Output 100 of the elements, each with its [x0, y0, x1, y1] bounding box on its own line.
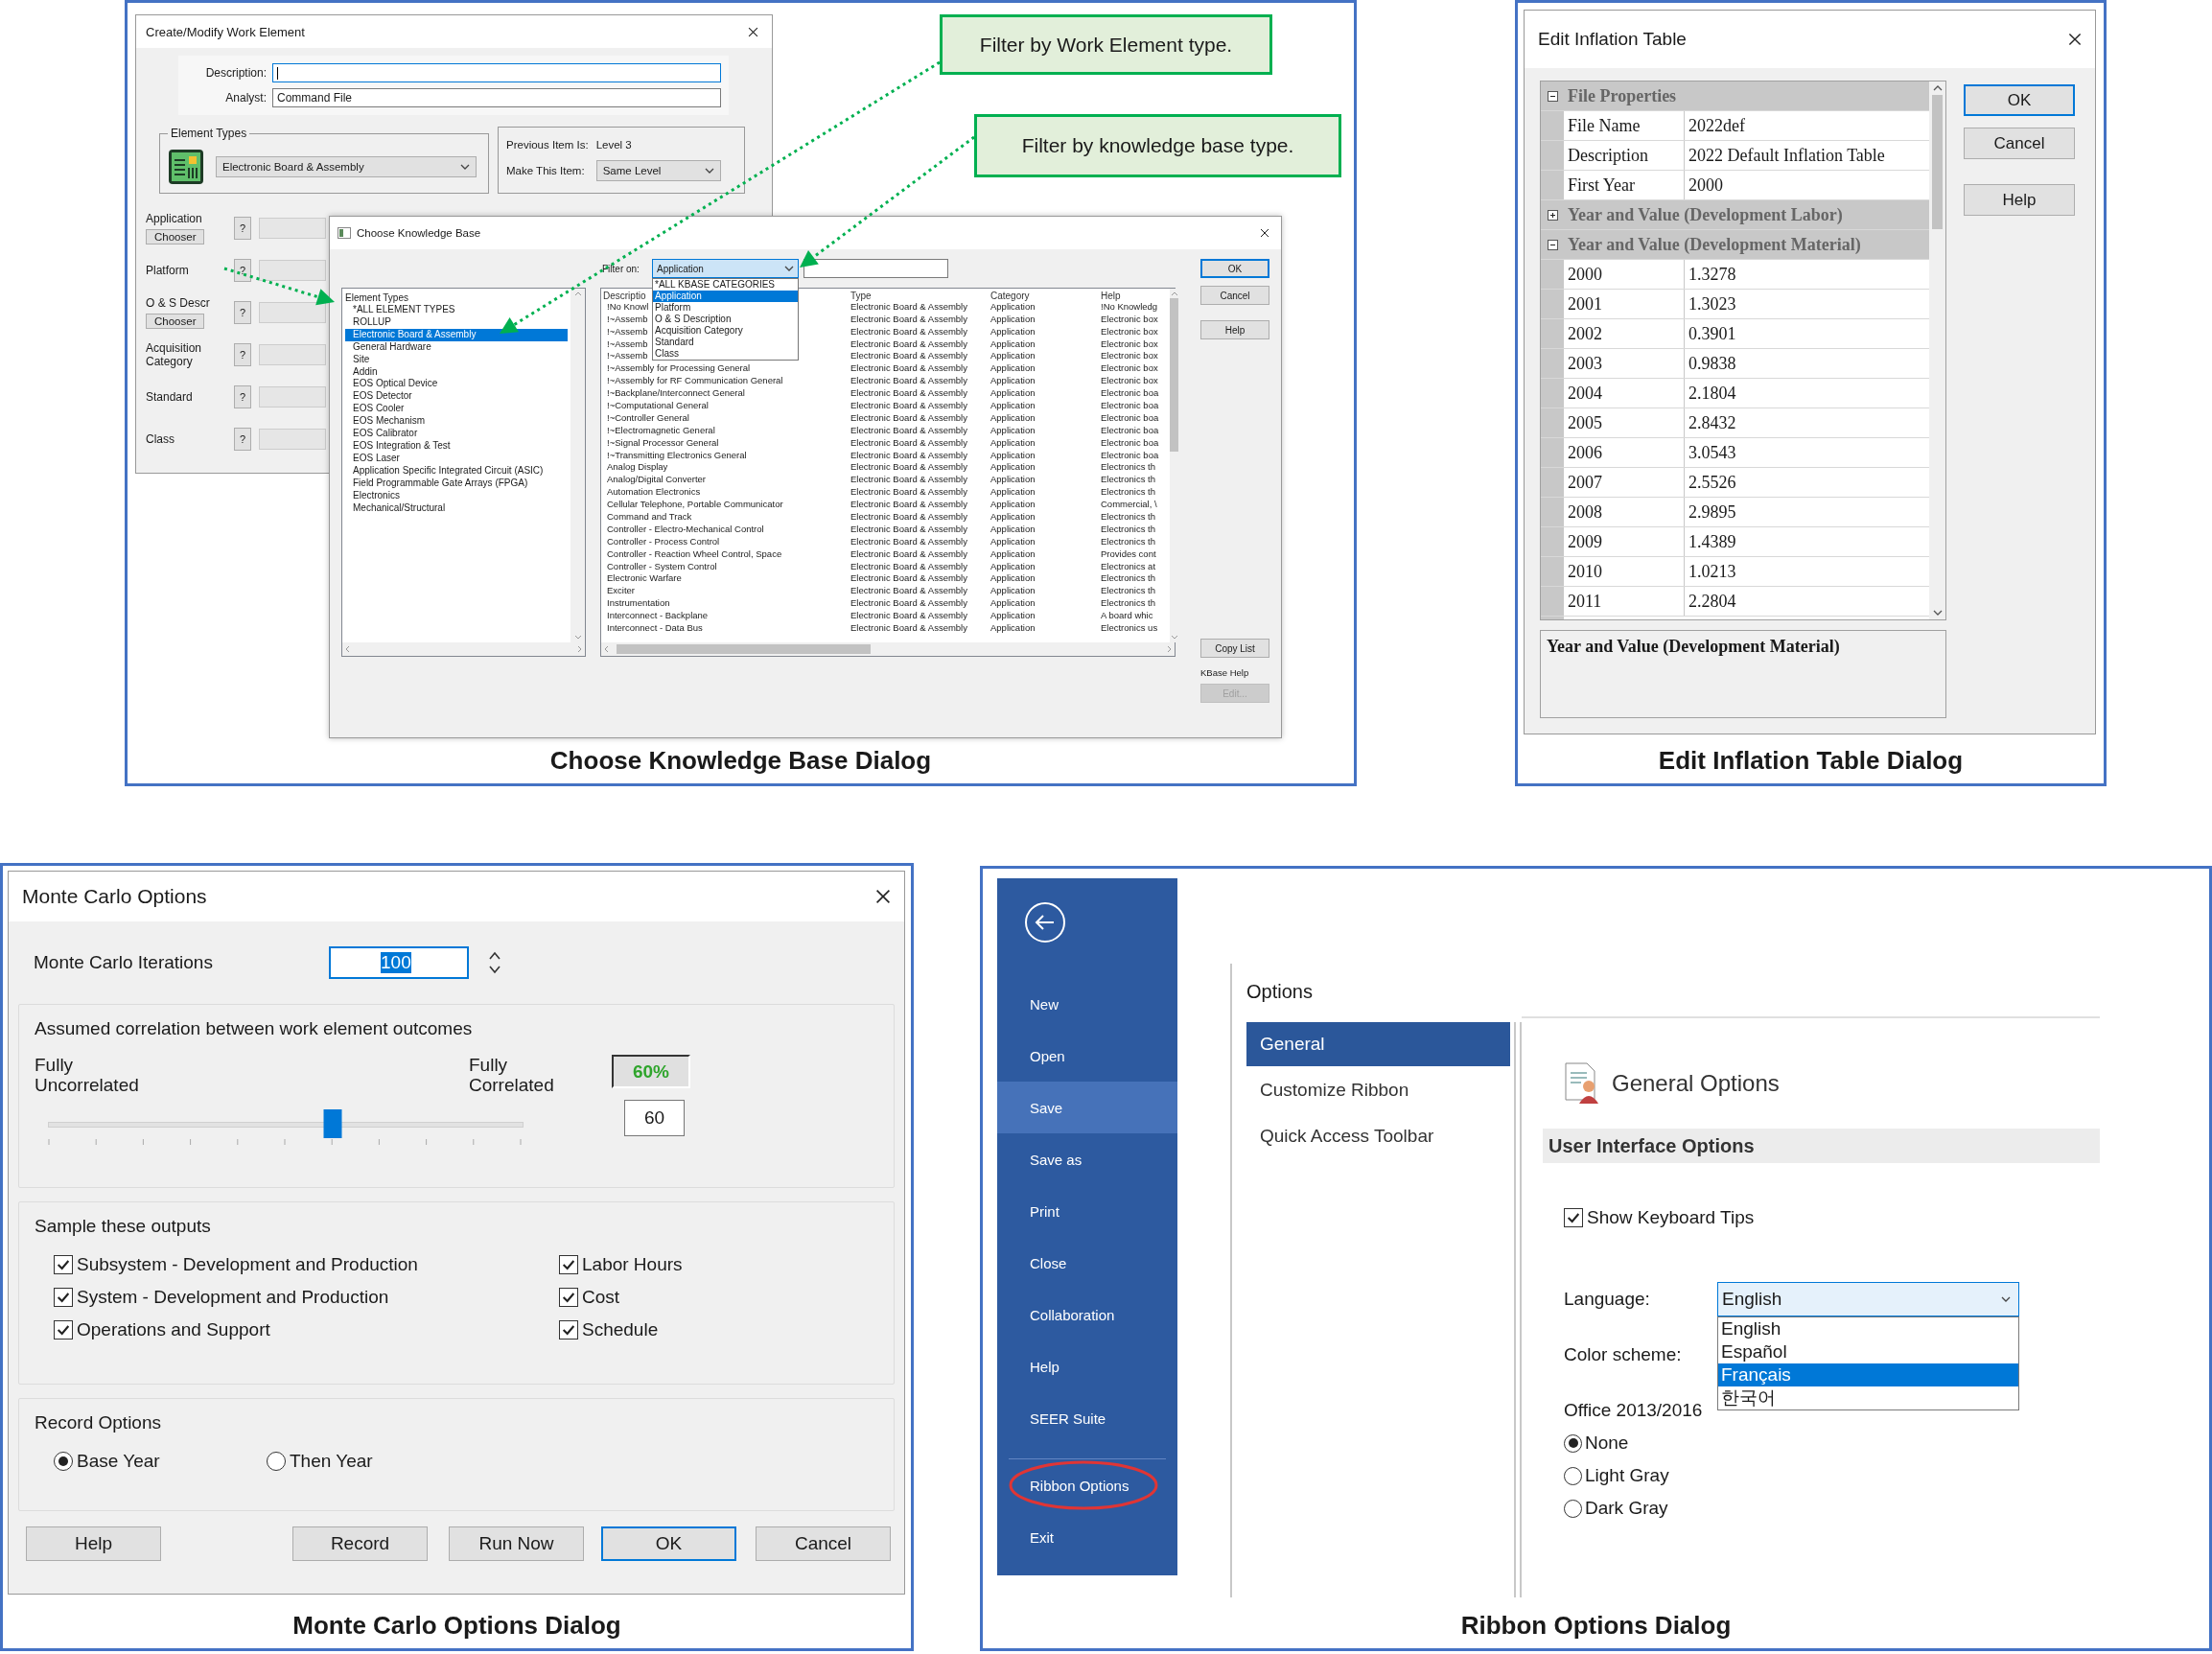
checkbox[interactable]: [559, 1255, 578, 1274]
text-field[interactable]: [259, 302, 326, 323]
list-item[interactable]: EOS Calibrator: [345, 428, 568, 440]
dropdown-option[interactable]: *ALL KBASE CATEGORIES: [653, 279, 798, 291]
scrollbar[interactable]: [1929, 82, 1945, 619]
property-value[interactable]: 2022 Default Inflation Table: [1685, 141, 1929, 170]
list-item[interactable]: Addin: [345, 365, 568, 379]
plus-box-icon[interactable]: [1547, 209, 1558, 221]
filter-text-field[interactable]: [803, 259, 948, 278]
close-icon[interactable]: [748, 26, 758, 37]
list-item[interactable]: EOS Detector: [345, 390, 568, 404]
help-button[interactable]: ?: [234, 385, 251, 408]
checkbox[interactable]: [54, 1255, 73, 1274]
value-field[interactable]: 60: [624, 1100, 685, 1136]
language-dropdown[interactable]: English: [1717, 1282, 2019, 1316]
chooser-button[interactable]: Chooser: [146, 314, 205, 329]
dialog-button[interactable]: OK: [1200, 259, 1269, 278]
checkbox[interactable]: [559, 1288, 578, 1307]
property-value[interactable]: 1.4389: [1685, 527, 1929, 556]
slider-thumb[interactable]: [323, 1109, 342, 1138]
filter-dropdown[interactable]: Application: [652, 259, 799, 278]
chevron-right-icon[interactable]: [1167, 645, 1172, 653]
minus-box-icon[interactable]: [1547, 239, 1558, 250]
radio-button[interactable]: [1564, 1466, 1582, 1485]
dialog-button[interactable]: Help: [26, 1526, 161, 1561]
property-value[interactable]: 0.3901: [1685, 319, 1929, 348]
property-value[interactable]: 2.5526: [1685, 468, 1929, 497]
nav-item[interactable]: General: [1246, 1022, 1510, 1066]
help-button[interactable]: ?: [234, 343, 251, 366]
text-field[interactable]: [259, 386, 326, 408]
chevron-down-icon[interactable]: [1932, 610, 1943, 616]
element-type-dropdown[interactable]: Electronic Board & Assembly: [216, 155, 477, 177]
chevron-up-icon[interactable]: [1932, 85, 1943, 91]
radio-button[interactable]: [267, 1452, 286, 1471]
copy-list-button[interactable]: Copy List: [1200, 639, 1269, 658]
property-value[interactable]: 2022def: [1685, 111, 1929, 140]
dialog-button[interactable]: Cancel: [756, 1526, 891, 1561]
menu-item[interactable]: Open: [997, 1030, 1177, 1082]
checkbox[interactable]: [54, 1288, 73, 1307]
text-field[interactable]: [259, 344, 326, 365]
help-button[interactable]: ?: [234, 301, 251, 324]
help-button[interactable]: ?: [234, 259, 251, 282]
scrollbar[interactable]: [342, 642, 585, 656]
close-icon[interactable]: [875, 889, 891, 904]
list-item[interactable]: Application Specific Integrated Circuit (ASIC): [345, 464, 568, 478]
property-value[interactable]: 2000: [1685, 171, 1929, 199]
property-value[interactable]: 0.9838: [1685, 349, 1929, 378]
list-item[interactable]: Site: [345, 353, 568, 366]
property-value[interactable]: 1.0213: [1685, 557, 1929, 586]
radio-button[interactable]: [1564, 1499, 1582, 1518]
checkbox[interactable]: [54, 1320, 73, 1340]
dropdown-option[interactable]: Standard: [653, 337, 798, 348]
list-item[interactable]: Electronics: [345, 489, 568, 502]
menu-item[interactable]: Exit: [997, 1511, 1177, 1563]
list-item[interactable]: General Hardware: [345, 340, 568, 354]
chevron-right-icon[interactable]: [577, 645, 582, 653]
chevron-left-icon[interactable]: [345, 645, 350, 653]
dialog-button[interactable]: Cancel: [1964, 128, 2075, 159]
close-icon[interactable]: [2068, 33, 2082, 46]
list-item[interactable]: ROLLUP: [345, 315, 568, 329]
menu-item[interactable]: Close: [997, 1237, 1177, 1289]
radio-button[interactable]: [54, 1452, 73, 1471]
property-value[interactable]: 2.2804: [1685, 587, 1929, 616]
dropdown-option[interactable]: English: [1718, 1317, 2018, 1340]
close-icon[interactable]: [1260, 228, 1269, 238]
dropdown-option[interactable]: Class: [653, 348, 798, 360]
dialog-button[interactable]: Help: [1200, 320, 1269, 339]
list-item[interactable]: Electronic Board & Assembly: [345, 328, 568, 341]
scrollbar-thumb[interactable]: [1170, 298, 1178, 452]
dropdown-option[interactable]: Platform: [653, 302, 798, 314]
checkbox[interactable]: [559, 1320, 578, 1340]
analyst-field[interactable]: Command File: [272, 88, 721, 107]
dropdown-option[interactable]: Application: [653, 291, 798, 302]
radio-button[interactable]: [1564, 1433, 1582, 1453]
nav-item[interactable]: Customize Ribbon: [1246, 1068, 1510, 1112]
list-item[interactable]: EOS Integration & Test: [345, 439, 568, 453]
minus-box-icon[interactable]: [1547, 90, 1558, 102]
menu-item[interactable]: Ribbon Options: [997, 1459, 1177, 1511]
nav-item[interactable]: Quick Access Toolbar: [1246, 1114, 1510, 1158]
list-item[interactable]: Mechanical/Structural: [345, 501, 568, 515]
list-item[interactable]: *ALL ELEMENT TYPES: [345, 304, 568, 316]
up-down-arrows-icon[interactable]: [488, 950, 501, 975]
chevron-left-icon[interactable]: [604, 645, 609, 653]
property-value[interactable]: 2.9895: [1685, 498, 1929, 526]
level-dropdown[interactable]: Same Level: [595, 160, 721, 181]
menu-item[interactable]: New: [997, 978, 1177, 1030]
menu-item[interactable]: Save as: [997, 1133, 1177, 1185]
property-value[interactable]: 3.0543: [1685, 438, 1929, 467]
dialog-button[interactable]: OK: [601, 1526, 736, 1561]
menu-item[interactable]: Save: [997, 1082, 1177, 1133]
help-button[interactable]: ?: [234, 428, 251, 451]
dialog-button[interactable]: OK: [1964, 84, 2075, 116]
dialog-button[interactable]: Help: [1964, 184, 2075, 216]
help-button[interactable]: ?: [234, 217, 251, 240]
dialog-button[interactable]: Record: [292, 1526, 428, 1561]
dropdown-option[interactable]: 한국어: [1718, 1386, 2018, 1409]
chooser-button[interactable]: Chooser: [146, 229, 205, 245]
property-value[interactable]: 1.3278: [1685, 260, 1929, 289]
list-item[interactable]: Field Programmable Gate Arrays (FPGA): [345, 477, 568, 490]
checkbox[interactable]: [1564, 1208, 1583, 1227]
